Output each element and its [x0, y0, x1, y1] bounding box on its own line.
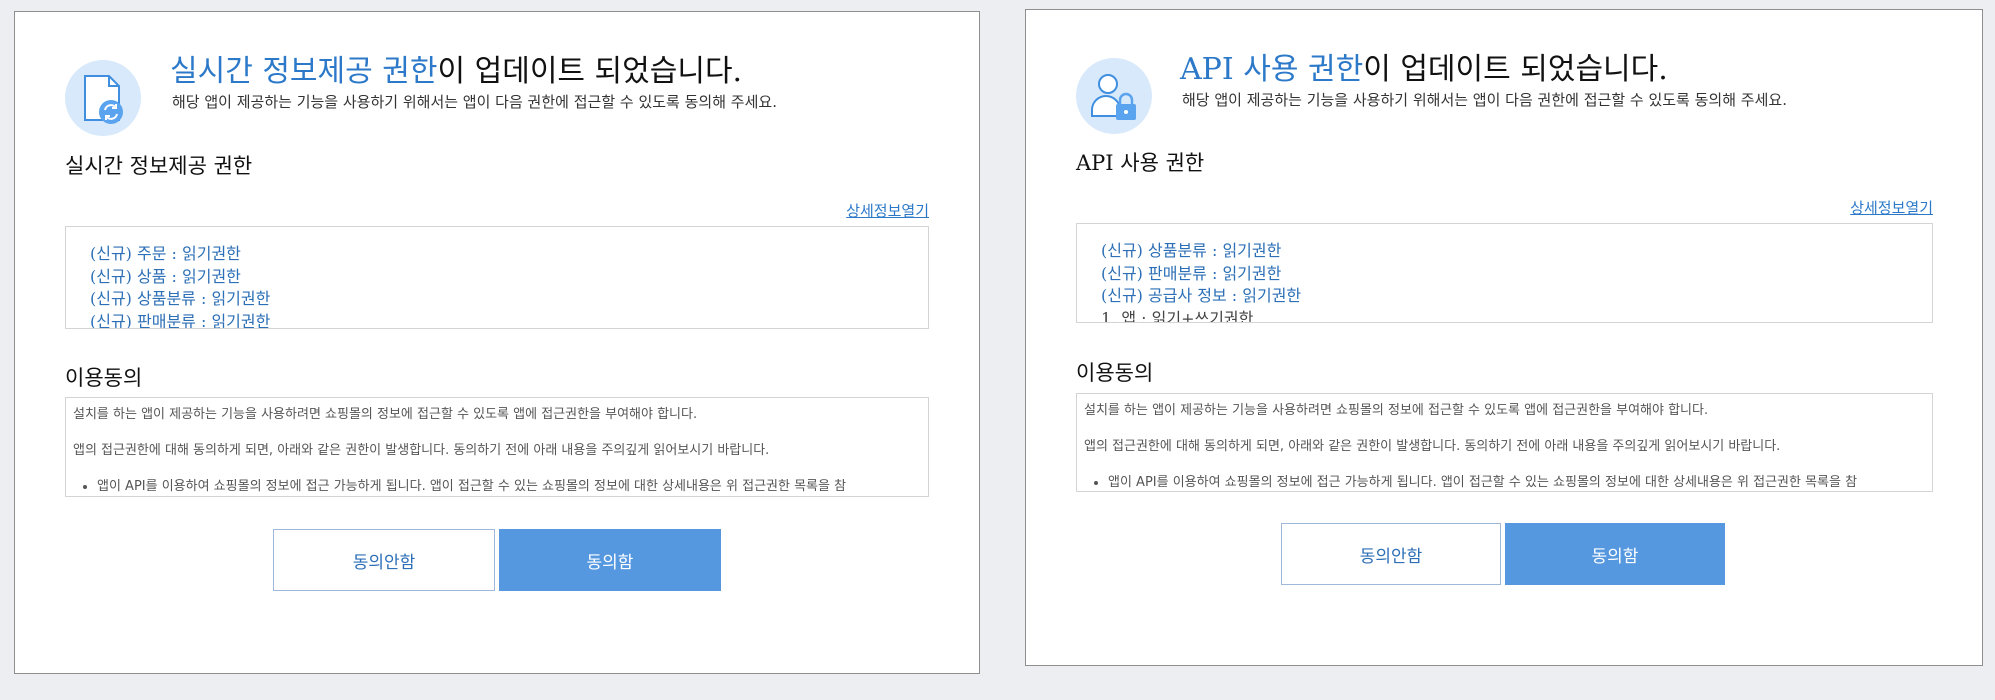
agree-button[interactable]: 동의함	[499, 529, 721, 591]
permission-item: (신규) 주문 : 읽기권한	[90, 244, 241, 263]
terms-paragraph: 설치를 하는 앱이 제공하는 기능을 사용하려면 쇼핑몰의 정보에 접근할 수 …	[73, 407, 698, 422]
terms-bullets: 앱이 API를 이용하여 쇼핑몰의 정보에 접근 가능하게 됩니다. 앱이 접근…	[73, 478, 928, 496]
permission-item: (신규) 공급사 정보 : 읽기권한	[1101, 286, 1302, 305]
agree-button[interactable]: 동의함	[1505, 523, 1725, 585]
terms-box[interactable]: 설치를 하는 앱이 제공하는 기능을 사용하려면 쇼핑몰의 정보에 접근할 수 …	[1076, 393, 1933, 492]
terms-bullet: 앱이 API를 이용하여 쇼핑몰의 정보에 접근 가능하게 됩니다. 앱이 접근…	[97, 478, 928, 496]
consent-section-title: 이용동의	[1076, 361, 1154, 385]
user-lock-icon	[1076, 58, 1152, 134]
consent-section-title: 이용동의	[65, 366, 143, 390]
terms-paragraph: 앱의 접근권한에 대해 동의하게 되면, 아래와 같은 권한이 발생합니다. 동…	[1084, 439, 1781, 454]
terms-box[interactable]: 설치를 하는 앱이 제공하는 기능을 사용하려면 쇼핑몰의 정보에 접근할 수 …	[65, 397, 929, 497]
permission-item: 1. 앱 : 읽기+쓰기권한	[1101, 308, 1254, 323]
title-highlight: 실시간 정보제공 권한	[170, 54, 438, 89]
dialog-title: 실시간 정보제공 권한이 업데이트 되었습니다.	[170, 46, 742, 90]
permission-item: (신규) 판매분류 : 읽기권한	[90, 311, 271, 329]
document-sync-icon	[65, 60, 141, 136]
permission-section-title: API 사용 권한	[1076, 151, 1205, 175]
permission-item: (신규) 상품분류 : 읽기권한	[1101, 241, 1282, 260]
detail-open-link[interactable]: 상세정보열기	[1850, 197, 1933, 218]
permission-item: (신규) 상품분류 : 읽기권한	[90, 289, 271, 308]
permission-item: (신규) 판매분류 : 읽기권한	[1101, 263, 1282, 283]
title-rest: 이 업데이트 되었습니다.	[1363, 52, 1668, 87]
permission-list[interactable]: (신규) 주문 : 읽기권한 (신규) 상품 : 읽기권한 (신규) 상품분류 …	[65, 226, 929, 329]
permission-update-dialog: API 사용 권한이 업데이트 되었습니다. 해당 앱이 제공하는 기능을 사용…	[1025, 9, 1983, 666]
permission-item: (신규) 상품 : 읽기권한	[90, 266, 241, 286]
terms-paragraph: 앱의 접근권한에 대해 동의하게 되면, 아래와 같은 권한이 발생합니다. 동…	[73, 443, 770, 458]
dialog-title: API 사용 권한이 업데이트 되었습니다.	[1180, 44, 1668, 88]
deny-button[interactable]: 동의안함	[273, 529, 495, 591]
terms-bullets: 앱이 API를 이용하여 쇼핑몰의 정보에 접근 가능하게 됩니다. 앱이 접근…	[1084, 474, 1932, 491]
permission-update-dialog: 실시간 정보제공 권한이 업데이트 되었습니다. 해당 앱이 제공하는 기능을 …	[14, 11, 980, 674]
dialog-subtitle: 해당 앱이 제공하는 기능을 사용하기 위해서는 앱이 다음 권한에 접근할 수…	[172, 93, 777, 111]
detail-open-link[interactable]: 상세정보열기	[846, 200, 929, 221]
title-highlight: API 사용 권한	[1180, 52, 1364, 87]
terms-bullet: 앱이 API를 이용하여 쇼핑몰의 정보에 접근 가능하게 됩니다. 앱이 접근…	[1108, 474, 1932, 491]
dialog-subtitle: 해당 앱이 제공하는 기능을 사용하기 위해서는 앱이 다음 권한에 접근할 수…	[1182, 91, 1787, 109]
permission-list[interactable]: (신규) 상품분류 : 읽기권한 (신규) 판매분류 : 읽기권한 (신규) 공…	[1076, 223, 1933, 323]
terms-paragraph: 설치를 하는 앱이 제공하는 기능을 사용하려면 쇼핑몰의 정보에 접근할 수 …	[1084, 403, 1709, 418]
permission-section-title: 실시간 정보제공 권한	[65, 154, 253, 178]
deny-button[interactable]: 동의안함	[1281, 523, 1501, 585]
title-rest: 이 업데이트 되었습니다.	[437, 54, 743, 89]
